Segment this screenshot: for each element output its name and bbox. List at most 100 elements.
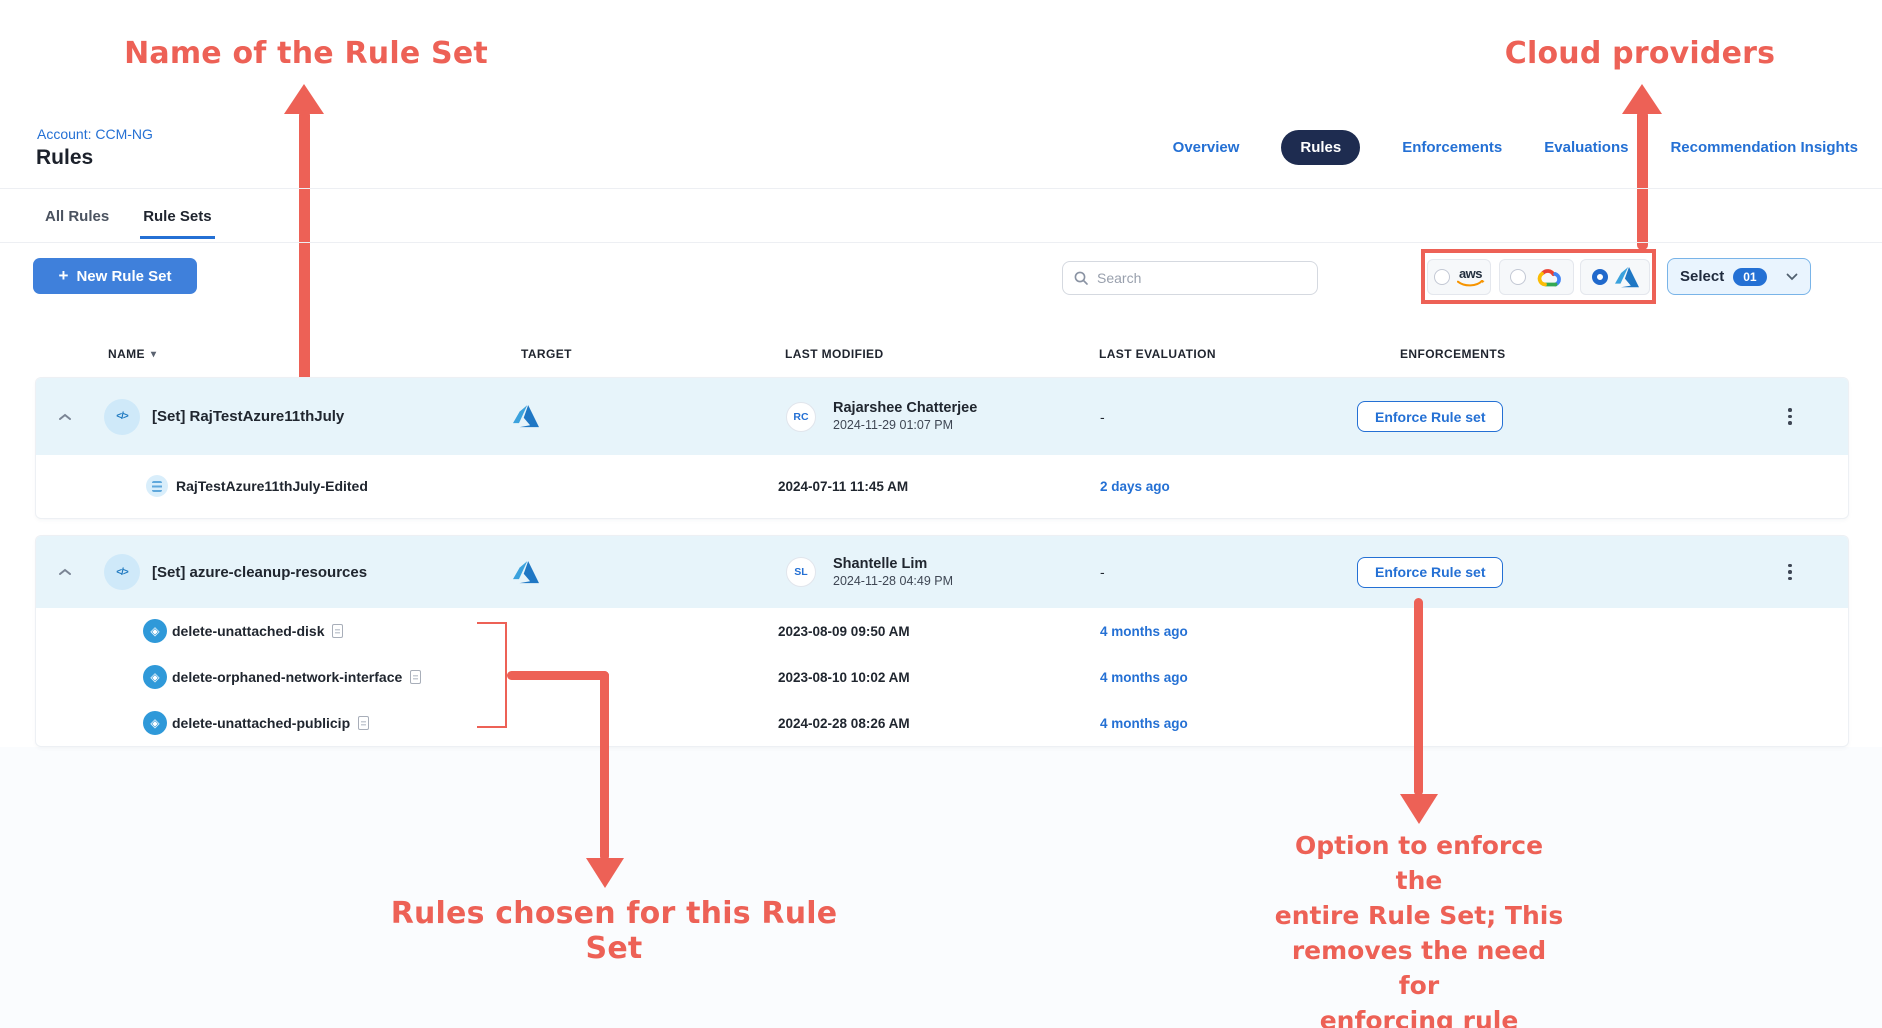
modified-date: 2024-11-29 01:07 PM xyxy=(833,417,977,433)
new-rule-set-label: New Rule Set xyxy=(76,268,171,285)
annotation-cloud-providers: Cloud providers xyxy=(1462,36,1818,71)
gcp-icon xyxy=(1533,265,1563,290)
search-icon xyxy=(1073,270,1089,286)
azure-target-icon xyxy=(513,536,539,608)
rule-last-modified: 2023-08-10 10:02 AM xyxy=(778,654,910,700)
annotation-arrow-down-icon xyxy=(586,858,624,888)
rule-name[interactable]: RajTestAzure11thJuly-Edited xyxy=(176,455,368,517)
rule-name[interactable]: delete-unattached-publicip xyxy=(172,715,350,731)
last-evaluation-value: - xyxy=(1100,378,1105,455)
provider-toggle-azure[interactable] xyxy=(1580,259,1650,295)
nav-recommendation-insights[interactable]: Recommendation Insights xyxy=(1670,139,1858,156)
row-menu-kebab-icon[interactable] xyxy=(1784,378,1796,455)
rule-icon: ◈ xyxy=(143,700,167,746)
rule-set-name[interactable]: [Set] RajTestAzure11thJuly xyxy=(152,378,344,455)
annotation-arrow-shaft xyxy=(600,671,609,861)
search-input[interactable] xyxy=(1097,270,1307,286)
enforce-rule-set-button[interactable]: Enforce Rule set xyxy=(1357,401,1503,432)
column-header-last-evaluation: LAST EVALUATION xyxy=(1099,347,1216,361)
column-header-last-modified: LAST MODIFIED xyxy=(785,347,884,361)
rule-last-evaluation-link[interactable]: 4 months ago xyxy=(1100,608,1188,654)
enforce-cell: Enforce Rule set xyxy=(1357,378,1503,455)
row-menu-kebab-icon[interactable] xyxy=(1784,536,1796,608)
rule-name[interactable]: delete-orphaned-network-interface xyxy=(172,669,402,685)
annotation-connector-line xyxy=(507,671,609,680)
top-nav: Overview Rules Enforcements Evaluations … xyxy=(1173,128,1858,166)
provider-toggle-aws[interactable]: aws xyxy=(1427,259,1491,295)
avatar: SL xyxy=(786,536,816,608)
header-divider xyxy=(0,188,1882,189)
annotation-arrow-shaft xyxy=(299,110,310,384)
rule-last-modified: 2024-07-11 11:45 AM xyxy=(778,455,908,517)
rule-set-icon: </> xyxy=(104,378,140,455)
aws-icon: aws xyxy=(1457,267,1485,288)
tab-all-rules[interactable]: All Rules xyxy=(42,202,112,239)
rule-icon: ◈ xyxy=(143,608,167,654)
azure-target-icon xyxy=(513,378,539,455)
last-modified-cell: Shantelle Lim 2024-11-28 04:49 PM xyxy=(833,536,953,608)
rule-last-modified: 2024-02-28 08:26 AM xyxy=(778,700,910,746)
annotation-bracket-tick xyxy=(477,622,507,624)
new-rule-set-button[interactable]: + New Rule Set xyxy=(33,258,197,294)
nav-rules[interactable]: Rules xyxy=(1281,130,1360,165)
page-title: Rules xyxy=(36,146,93,170)
rules-tabs: All Rules Rule Sets xyxy=(42,202,215,239)
avatar: RC xyxy=(786,378,816,455)
plus-icon: + xyxy=(59,266,69,286)
rule-last-evaluation-link[interactable]: 2 days ago xyxy=(1100,455,1170,517)
nav-evaluations[interactable]: Evaluations xyxy=(1544,139,1628,156)
select-count-badge: 01 xyxy=(1733,268,1766,286)
rule-set-card: </> [Set] azure-cleanup-resources SL Sha… xyxy=(36,536,1848,746)
copy-document-icon[interactable] xyxy=(332,624,343,638)
annotation-enforce-note: Option to enforce the entire Rule Set; T… xyxy=(1268,828,1570,1028)
modified-date: 2024-11-28 04:49 PM xyxy=(833,573,953,589)
copy-document-icon[interactable] xyxy=(410,670,421,684)
provider-toggle-gcp[interactable] xyxy=(1499,259,1574,295)
rule-last-modified: 2023-08-09 09:50 AM xyxy=(778,608,910,654)
annotation-rules-chosen: Rules chosen for this Rule Set xyxy=(364,896,864,966)
enforce-rule-set-button[interactable]: Enforce Rule set xyxy=(1357,557,1503,588)
annotation-arrow-down-icon xyxy=(1400,794,1438,824)
search-box[interactable] xyxy=(1062,261,1318,295)
rule-name[interactable]: delete-unattached-disk xyxy=(172,623,324,639)
azure-icon xyxy=(1615,267,1639,288)
sort-caret-icon: ▾ xyxy=(151,349,156,360)
annotation-name-of-rule-set: Name of the Rule Set xyxy=(116,36,496,71)
radio-unselected-icon[interactable] xyxy=(1510,269,1526,285)
enforce-cell: Enforce Rule set xyxy=(1357,536,1503,608)
copy-document-icon[interactable] xyxy=(358,716,369,730)
column-header-target: TARGET xyxy=(521,347,572,361)
select-label: Select xyxy=(1680,268,1724,285)
provider-select-dropdown[interactable]: Select 01 xyxy=(1667,258,1811,295)
rule-last-evaluation-link[interactable]: 4 months ago xyxy=(1100,700,1188,746)
radio-unselected-icon[interactable] xyxy=(1434,269,1450,285)
rules-page: Name of the Rule Set Cloud providers Acc… xyxy=(0,0,1882,1028)
rule-name-cell: delete-unattached-disk xyxy=(172,608,343,654)
rule-icon: ◈ xyxy=(143,654,167,700)
rule-last-evaluation-link[interactable]: 4 months ago xyxy=(1100,654,1188,700)
chevron-down-icon xyxy=(1786,273,1798,281)
collapse-chevron-icon[interactable] xyxy=(58,536,72,608)
annotation-bracket-tick xyxy=(477,726,507,728)
tabs-divider xyxy=(0,242,1882,243)
rule-name-cell: delete-orphaned-network-interface xyxy=(172,654,421,700)
collapse-chevron-icon[interactable] xyxy=(58,378,72,455)
modified-by-name: Rajarshee Chatterjee xyxy=(833,400,977,417)
rule-set-icon: </> xyxy=(104,536,140,608)
nav-enforcements[interactable]: Enforcements xyxy=(1402,139,1502,156)
modified-by-name: Shantelle Lim xyxy=(833,556,953,573)
account-breadcrumb[interactable]: Account: CCM-NG xyxy=(37,126,153,142)
rule-set-card: </> [Set] RajTestAzure11thJuly RC Rajars… xyxy=(36,378,1848,518)
page-footer-background xyxy=(0,747,1882,1028)
tab-rule-sets[interactable]: Rule Sets xyxy=(140,202,214,239)
annotation-arrow-shaft xyxy=(1414,598,1423,796)
last-evaluation-value: - xyxy=(1100,536,1105,608)
last-modified-cell: Rajarshee Chatterjee 2024-11-29 01:07 PM xyxy=(833,378,977,455)
column-header-enforcements: ENFORCEMENTS xyxy=(1400,347,1505,361)
radio-selected-icon[interactable] xyxy=(1592,269,1608,285)
column-header-name[interactable]: NAME▾ xyxy=(108,347,156,361)
rule-set-name[interactable]: [Set] azure-cleanup-resources xyxy=(152,536,367,608)
rule-name-cell: delete-unattached-publicip xyxy=(172,700,369,746)
rule-icon xyxy=(146,455,168,517)
nav-overview[interactable]: Overview xyxy=(1173,139,1240,156)
